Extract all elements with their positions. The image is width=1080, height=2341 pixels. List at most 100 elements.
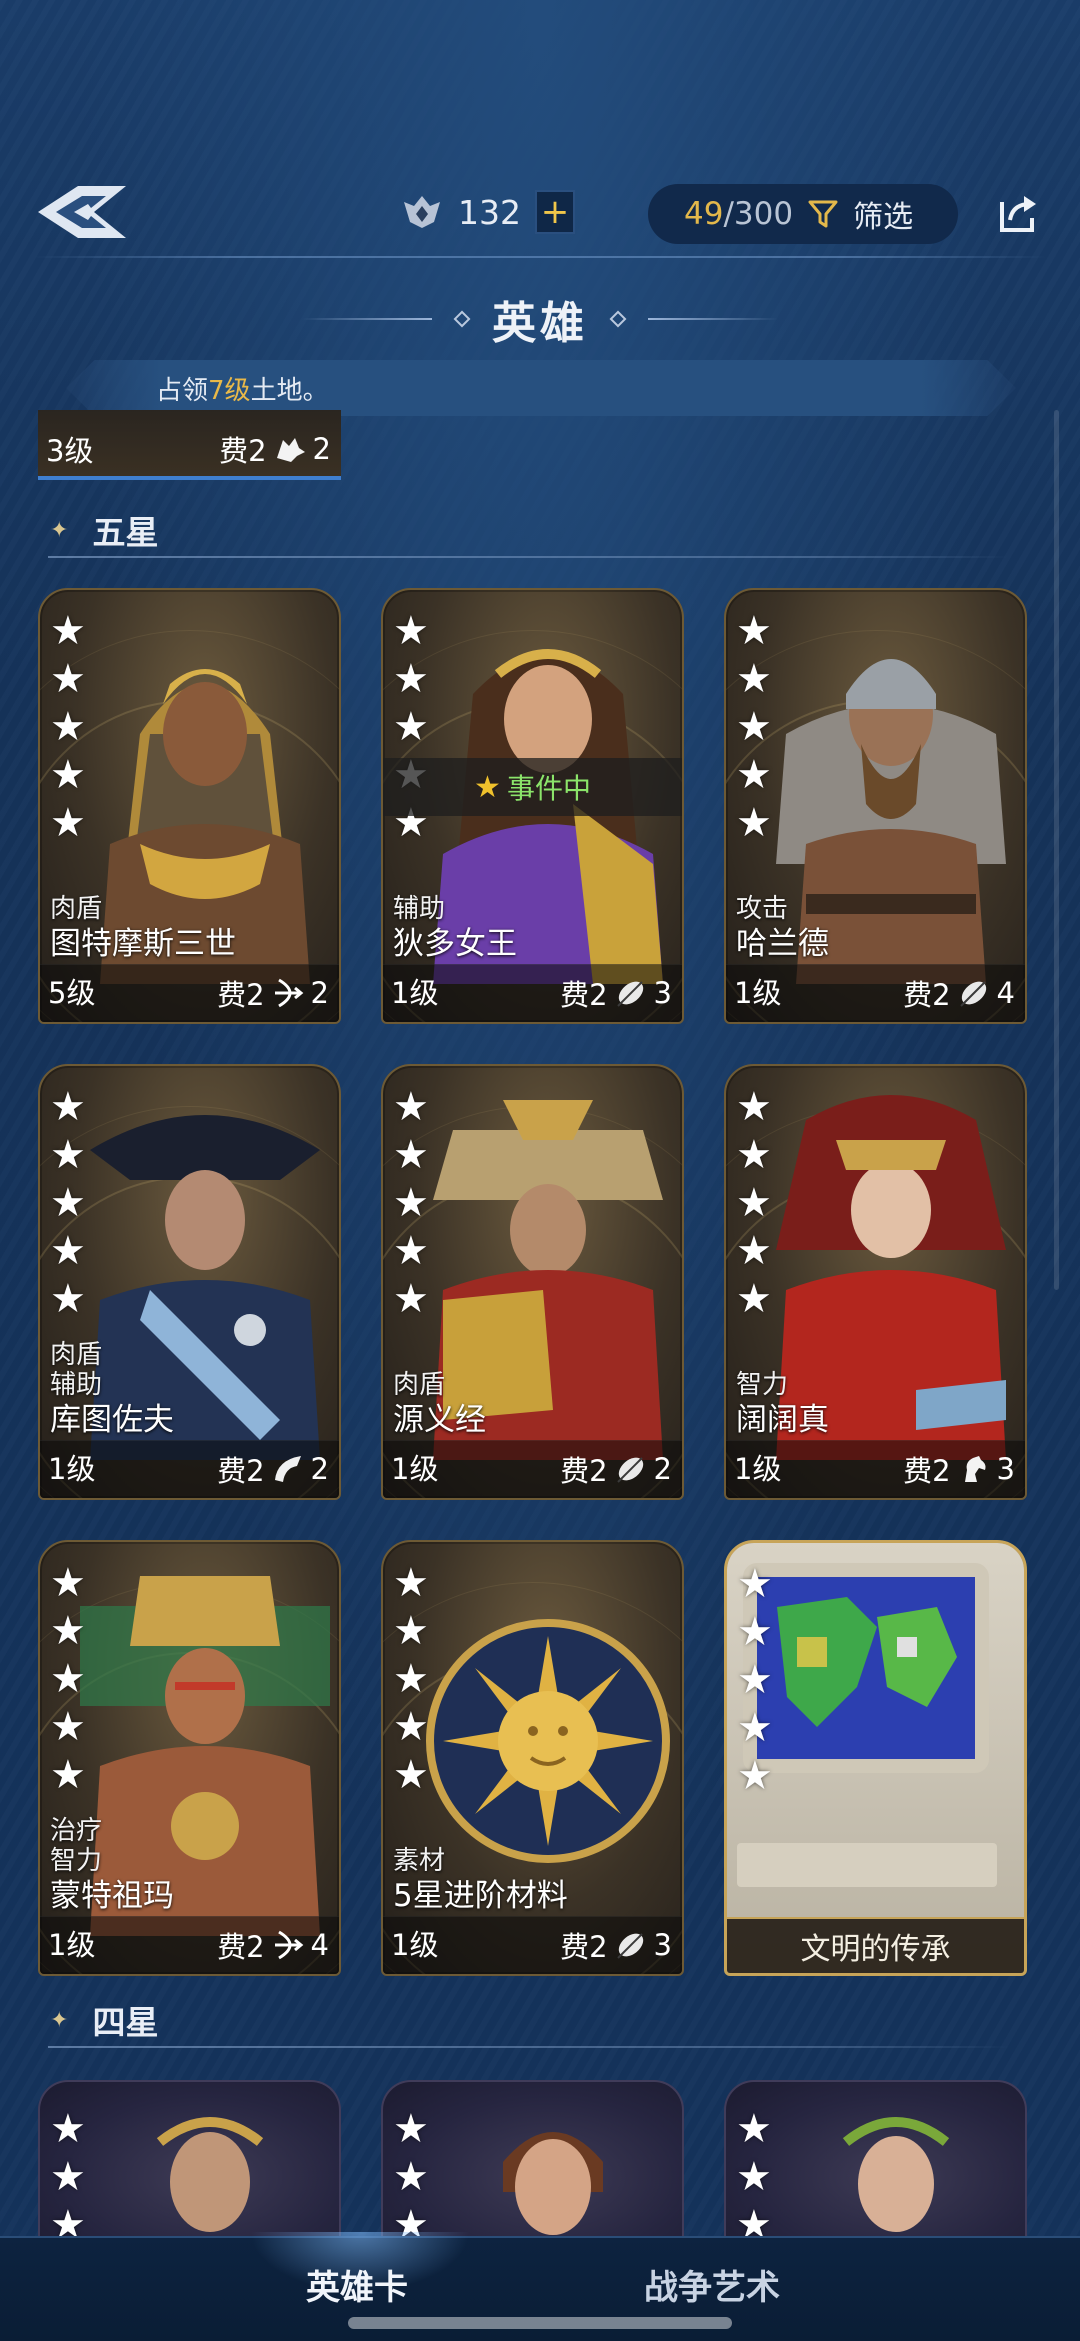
card-level: 1级 — [48, 1452, 96, 1486]
trait-value: 2 — [310, 976, 329, 1010]
section-header-five-star: ✦ 五星 — [50, 500, 1010, 560]
event-star-icon: ★ — [474, 769, 501, 805]
horn-icon — [274, 1456, 301, 1482]
star-icon: ★ — [736, 1132, 772, 1178]
star-icon: ★ — [737, 1705, 773, 1751]
star-icon: ★ — [50, 1560, 86, 1606]
card-cost: 费2 3 — [903, 1448, 1015, 1490]
bow-icon — [274, 1930, 303, 1960]
star-icon: ★ — [50, 1180, 86, 1226]
trait-value: 3 — [653, 1928, 672, 1962]
card-cost: 费2 2 — [217, 972, 329, 1014]
filter-icon — [808, 200, 838, 228]
scrollbar[interactable] — [1054, 410, 1059, 1290]
star-icon: ★ — [393, 1276, 429, 1322]
card-cost: 费2 2 — [217, 1448, 329, 1490]
hero-name: 库图佐夫 — [50, 1402, 174, 1438]
cost-label: 费2 — [217, 1454, 265, 1488]
card-level: 1级 — [391, 976, 439, 1010]
star-icon: ★ — [50, 1608, 86, 1654]
hero-portrait — [503, 2132, 603, 2235]
notice-suffix: 土地。 — [250, 375, 329, 406]
star-icon: ★ — [393, 1084, 429, 1130]
trait-value: 4 — [310, 1928, 329, 1962]
helmet-emblem-icon — [404, 196, 440, 228]
sparkle-icon: ✦ — [50, 2007, 69, 2033]
star-icon: ★ — [736, 752, 772, 798]
star-icon: ★ — [393, 2154, 429, 2200]
star-icon: ★ — [736, 2106, 772, 2152]
home-indicator[interactable] — [348, 2317, 732, 2329]
hero-name: 阔阔真 — [736, 1402, 829, 1438]
hero-role: 肉盾 — [50, 1340, 103, 1370]
capacity-total: /300 — [723, 196, 794, 232]
star-rating: ★ ★ ★ — [393, 2109, 429, 2240]
star-icon: ★ — [393, 1132, 429, 1178]
back-arrow-icon — [38, 186, 126, 238]
notice-highlight: 7级 — [208, 375, 251, 406]
star-icon: ★ — [50, 2202, 86, 2240]
bow-icon — [274, 978, 303, 1008]
horse-icon — [964, 1456, 986, 1482]
star-icon: ★ — [50, 1228, 86, 1274]
hero-name: 5星进阶材料 — [393, 1878, 568, 1914]
hero-card[interactable]: ★ ★ ★ — [38, 2080, 341, 2240]
hero-card-partial[interactable]: 3级 费2 2 — [38, 410, 341, 480]
star-icon: ★ — [50, 1656, 86, 1702]
keyboard-icon — [737, 1843, 997, 1887]
hero-card[interactable]: ★ ★ ★ — [381, 2080, 684, 2240]
trait-value: 2 — [312, 432, 331, 466]
capacity-current: 49 — [684, 196, 724, 232]
star-icon: ★ — [50, 2154, 86, 2200]
star-icon: ★ — [393, 1560, 429, 1606]
card-cost: 费2 2 — [219, 428, 331, 470]
star-rating: ★★★★★ — [736, 611, 772, 843]
trait-value: 3 — [653, 976, 672, 1010]
star-icon: ★ — [736, 1180, 772, 1226]
filter-label: 筛选 — [853, 200, 914, 235]
star-icon: ★ — [393, 608, 429, 654]
wolf-icon — [276, 438, 305, 462]
hero-role: 攻击 — [736, 894, 789, 924]
cost-label: 费2 — [219, 434, 267, 468]
hero-card[interactable]: ★ ★ ★ ★ ★ 攻击 哈兰德 1级 费2 4 — [724, 588, 1027, 1024]
cost-label: 费2 — [903, 978, 951, 1012]
hero-card[interactable]: ★★★★★ ★ 事件中 辅助 狄多女王 1级 费2 3 — [381, 588, 684, 1024]
tab-art-of-war[interactable]: 战争艺术 — [644, 2260, 780, 2309]
top-bar: 132 + 49/300 筛选 — [0, 170, 1080, 254]
hero-role: 肉盾 — [50, 894, 103, 924]
star-icon: ★ — [50, 2106, 86, 2152]
card-level: 1级 — [734, 1452, 782, 1486]
add-currency-button[interactable]: + — [535, 190, 575, 234]
star-rating: ★★★★★ — [393, 1084, 429, 1322]
star-rating: ★★★★★ — [736, 1087, 772, 1322]
feather-icon — [616, 1457, 643, 1483]
hero-card[interactable]: ★ ★ ★ ★ ★ 素材 5星进阶材料 1级 费2 3 — [381, 1540, 684, 1976]
hero-card[interactable]: ★ ★ ★ — [724, 2080, 1027, 2240]
star-icon: ★ — [50, 1752, 86, 1798]
star-icon: ★ — [736, 656, 772, 702]
world-map-icon — [757, 1577, 975, 1759]
star-icon: ★ — [50, 704, 86, 750]
filter-bar[interactable]: 49/300 筛选 — [648, 184, 958, 244]
back-button[interactable] — [34, 180, 130, 244]
hero-role: 辅助 — [393, 894, 446, 924]
cost-label: 费2 — [560, 1930, 608, 1964]
hero-name: 图特摩斯三世 — [50, 926, 236, 962]
cost-label: 费2 — [903, 1454, 951, 1488]
legacy-card[interactable]: ★ ★ ★ ★ ★ 文明的传承 — [724, 1540, 1027, 1976]
hero-card[interactable]: ★ ★ ★ ★ ★ 肉盾 辅助 库图佐夫 1级 费2 2 — [38, 1064, 341, 1500]
hero-card[interactable]: ★ ★ ★ ★ ★ 智力 阔阔真 1级 费2 3 — [724, 1064, 1027, 1500]
share-button[interactable] — [994, 188, 1042, 236]
tab-hero-cards[interactable]: 英雄卡 — [306, 2260, 408, 2309]
star-icon: ★ — [50, 1276, 86, 1322]
star-icon: ★ — [736, 1276, 772, 1322]
hero-card[interactable]: ★ ★ ★ ★ ★ 治疗 智力 蒙特祖玛 1级 费2 4 — [38, 1540, 341, 1976]
header-divider — [34, 256, 1046, 258]
star-icon: ★ — [393, 1228, 429, 1274]
event-label: 事件中 — [506, 772, 591, 805]
hero-card[interactable]: ★ ★ ★ ★ ★ 肉盾 源义经 1级 费2 2 — [381, 1064, 684, 1500]
star-icon: ★ — [393, 1704, 429, 1750]
hero-card[interactable]: ★ ★ ★ ★ ★ 肉盾 图特摩斯三世 5级 费2 2 — [38, 588, 341, 1024]
hero-role: 辅助 — [50, 1370, 103, 1400]
